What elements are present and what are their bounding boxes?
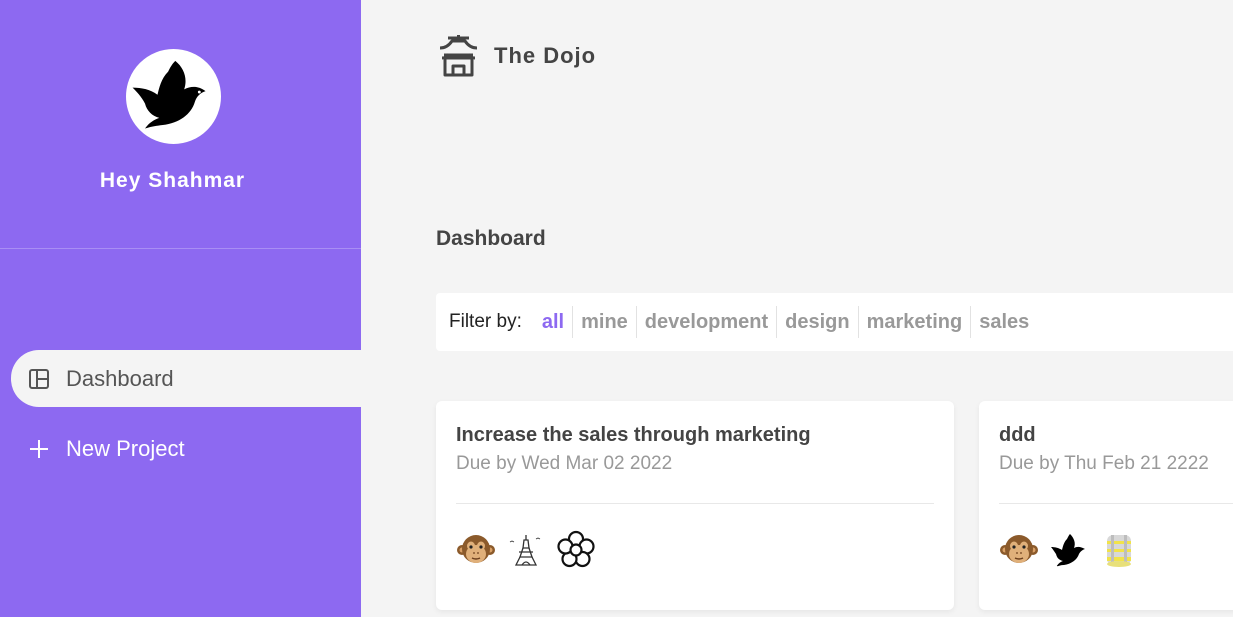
app-logo[interactable]: The Dojo (436, 34, 596, 78)
filter-all[interactable]: all (534, 306, 574, 338)
temple-icon (436, 34, 481, 78)
sidebar-item-label: Dashboard (66, 365, 174, 391)
project-due-date: Due by Thu Feb 21 2222 (999, 453, 1209, 474)
sidebar-item-dashboard[interactable]: Dashboard (11, 350, 361, 407)
filter-marketing[interactable]: marketing (859, 306, 972, 338)
app-title: The Dojo (494, 43, 597, 68)
filter-sales[interactable]: sales (971, 306, 1037, 338)
user-greeting: Hey Shahmar (99, 169, 246, 192)
project-due-date: Due by Wed Mar 02 2022 (456, 453, 673, 474)
assignee-list (999, 530, 1233, 570)
project-card[interactable]: ddd Due by Thu Feb 21 2222 (979, 401, 1233, 610)
sidebar-item-new-project[interactable]: New Project (27, 424, 185, 474)
dashboard-icon (27, 367, 51, 391)
project-card[interactable]: Increase the sales through marketing Due… (436, 401, 954, 610)
sidebar: Hey Shahmar Dashboard New Project (0, 0, 361, 617)
project-title: ddd (999, 424, 1036, 446)
filter-development[interactable]: development (637, 306, 778, 338)
filter-label: Filter by: (449, 311, 522, 332)
avatar (126, 49, 221, 144)
dove-icon (129, 52, 218, 141)
flower-avatar-icon (556, 530, 596, 570)
card-divider (999, 503, 1233, 504)
monkey-avatar-icon (999, 530, 1039, 570)
sidebar-item-label: New Project (66, 436, 185, 461)
card-divider (456, 503, 934, 504)
cylinder-avatar-icon (1099, 530, 1139, 570)
eiffel-tower-avatar-icon (506, 530, 546, 570)
page-title: Dashboard (436, 227, 546, 250)
plus-icon (27, 437, 51, 461)
project-title: Increase the sales through marketing (456, 424, 811, 446)
user-block: Hey Shahmar (0, 0, 361, 249)
dove-avatar-icon (1049, 530, 1089, 570)
filter-mine[interactable]: mine (573, 306, 637, 338)
project-filter: Filter by: all mine development design m… (436, 293, 1233, 351)
monkey-avatar-icon (456, 530, 496, 570)
filter-design[interactable]: design (777, 306, 859, 338)
assignee-list (456, 530, 934, 570)
